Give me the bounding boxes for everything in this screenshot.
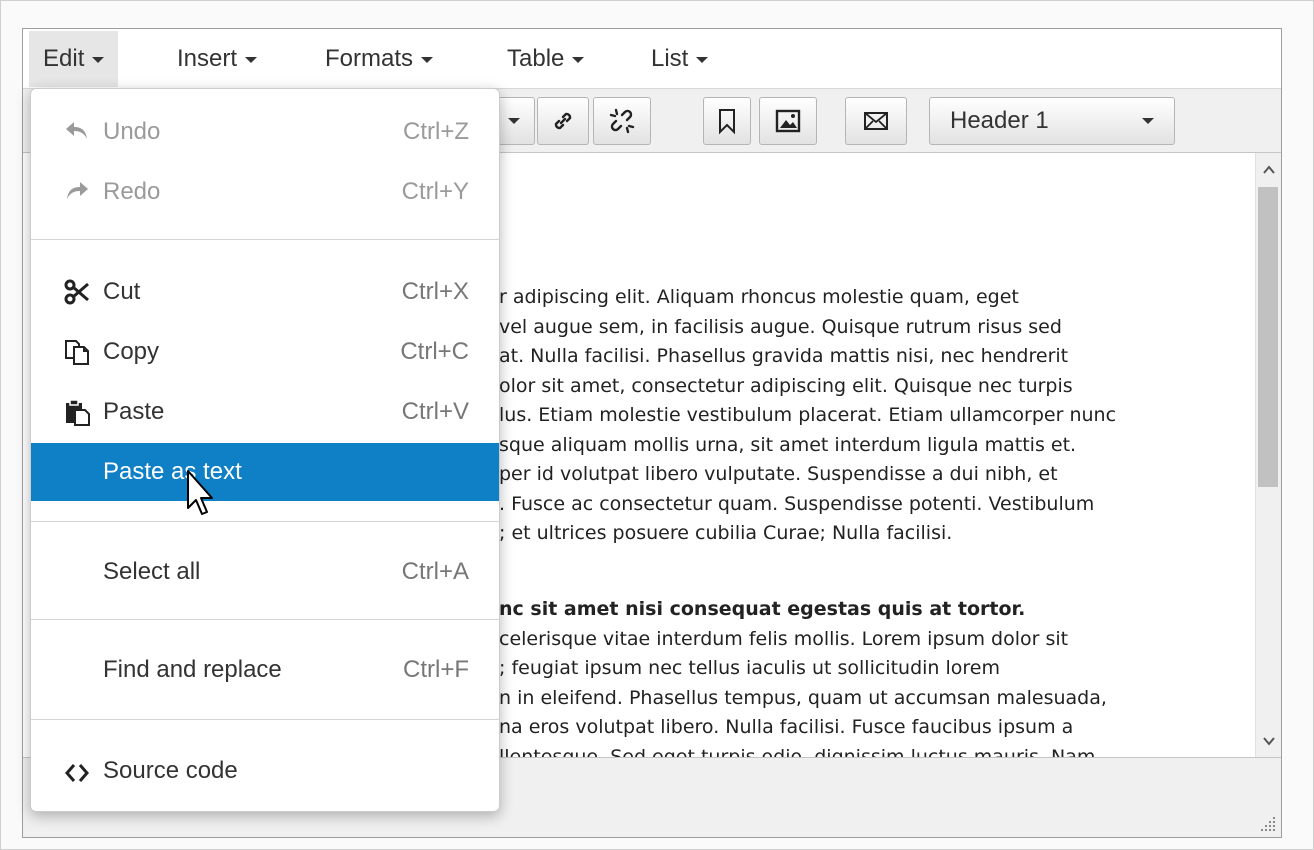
bookmark-icon (719, 109, 735, 135)
menu-item-shortcut: Ctrl+Y (401, 178, 469, 205)
menu-item-copy[interactable]: Copy Ctrl+C (31, 323, 499, 381)
mail-icon (864, 112, 888, 130)
paragraph-2: nc sit amet nisi consequat egestas quis … (499, 595, 1107, 758)
scrollbar-thumb[interactable] (1258, 187, 1278, 487)
menu-item-label: Select all (103, 558, 201, 585)
edit-menu-dropdown: Undo Ctrl+Z Redo Ctrl+Y Cut Ctrl+X Copy … (30, 88, 500, 812)
menu-item-label: Undo (103, 118, 161, 145)
chevron-down-icon (508, 118, 520, 124)
text-line: lus. Etiam molestie vestibulum placerat.… (499, 404, 1117, 426)
scroll-down-icon[interactable] (1262, 734, 1276, 748)
text-line: n in eleifend. Phasellus tempus, quam ut… (499, 686, 1107, 709)
menu-separator (31, 239, 499, 240)
menu-insert[interactable]: Insert (163, 31, 271, 87)
menu-table[interactable]: Table (493, 31, 598, 87)
menubar: Edit Insert Formats Table List (23, 29, 1281, 89)
email-button[interactable] (845, 97, 907, 145)
menu-edit[interactable]: Edit (29, 31, 119, 87)
text-line: vel augue sem, in facilisis augue. Quisq… (499, 315, 1062, 338)
text-line: llentesque. Sed eget turpis odio, dignis… (499, 745, 1096, 759)
code-icon (65, 764, 89, 782)
menu-formats[interactable]: Formats (311, 31, 447, 87)
image-button[interactable] (759, 97, 817, 145)
mouse-pointer-icon (187, 470, 213, 515)
text-line: at. Nulla facilisi. Phasellus gravida ma… (499, 345, 1069, 367)
menu-list-label: List (651, 45, 689, 72)
menu-separator (31, 521, 499, 522)
paragraph-1: r adipiscing elit. Aliquam rhoncus moles… (499, 283, 1116, 549)
resize-handle-icon[interactable] (1259, 815, 1277, 833)
paste-icon (66, 399, 90, 426)
menu-item-label: Find and replace (103, 656, 282, 683)
text-line: na eros volutpat libero. Nulla facilisi.… (499, 716, 1074, 738)
bookmark-button[interactable] (703, 97, 751, 145)
text-line: celerisque vitae interdum felis mollis. … (499, 627, 1069, 650)
menu-item-shortcut: Ctrl+C (400, 338, 469, 365)
menu-item-label: Cut (103, 278, 141, 305)
menu-item-shortcut: Ctrl+X (401, 278, 469, 305)
menu-item-undo[interactable]: Undo Ctrl+Z (31, 103, 499, 161)
redo-icon (67, 182, 88, 199)
menu-item-redo[interactable]: Redo Ctrl+Y (31, 163, 499, 221)
menu-item-shortcut: Ctrl+A (401, 558, 469, 585)
menu-item-shortcut: Ctrl+V (401, 398, 469, 425)
menu-item-label: Source code (103, 757, 238, 784)
menu-list[interactable]: List (637, 31, 722, 87)
unlink-button[interactable] (593, 97, 651, 145)
text-line: r adipiscing elit. Aliquam rhoncus moles… (499, 286, 1019, 308)
block-format-select[interactable]: Header 1 (929, 97, 1175, 145)
menu-item-label: Paste as text (103, 458, 242, 485)
text-line: . Fusce ac consectetur quam. Suspendisse… (499, 492, 1095, 515)
vertical-scrollbar[interactable] (1255, 153, 1281, 758)
menu-item-shortcut: Ctrl+Z (403, 118, 469, 145)
copy-icon (65, 340, 89, 365)
menu-item-label: Copy (103, 338, 160, 365)
menu-item-paste[interactable]: Paste Ctrl+V (31, 383, 499, 441)
chevron-down-icon (92, 56, 105, 63)
menu-table-label: Table (507, 45, 565, 72)
image-icon (775, 109, 801, 133)
cut-icon (64, 279, 89, 305)
menu-formats-label: Formats (325, 45, 414, 72)
unlink-icon (609, 108, 635, 134)
menu-edit-label: Edit (43, 45, 85, 72)
link-icon (554, 112, 572, 130)
chevron-down-icon (421, 56, 434, 63)
menu-item-label: Redo (103, 178, 161, 205)
text-line: ; feugiat ipsum nec tellus iaculis ut so… (499, 657, 1000, 679)
menu-item-find-and-replace[interactable]: Find and replace Ctrl+F (31, 641, 499, 699)
menu-item-paste-as-text[interactable]: Paste as text (31, 443, 499, 501)
block-format-value: Header 1 (950, 107, 1049, 134)
text-line: per id volutpat libero vulputate. Suspen… (499, 463, 1058, 485)
link-button[interactable] (537, 97, 589, 145)
menu-item-cut[interactable]: Cut Ctrl+X (31, 263, 499, 321)
text-line: ; et ultrices posuere cubilia Curae; Nul… (499, 522, 953, 544)
scroll-up-icon[interactable] (1262, 163, 1276, 177)
chevron-down-icon (572, 56, 585, 63)
chevron-down-icon (1142, 118, 1154, 124)
menu-item-source-code[interactable]: Source code (31, 742, 499, 800)
text-line: olor sit amet, consectetur adipiscing el… (499, 374, 1073, 397)
undo-icon (66, 122, 87, 139)
menu-separator (31, 719, 499, 720)
text-line-bold: nc sit amet nisi consequat egestas quis … (499, 598, 1026, 620)
chevron-down-icon (696, 56, 709, 63)
menu-item-shortcut: Ctrl+F (403, 656, 469, 683)
menu-insert-label: Insert (177, 45, 238, 72)
text-line: sque aliquam mollis urna, sit amet inter… (499, 433, 1077, 456)
menu-item-select-all[interactable]: Select all Ctrl+A (31, 543, 499, 601)
menu-item-label: Paste (103, 398, 165, 425)
chevron-down-icon (245, 56, 258, 63)
menu-separator (31, 619, 499, 620)
